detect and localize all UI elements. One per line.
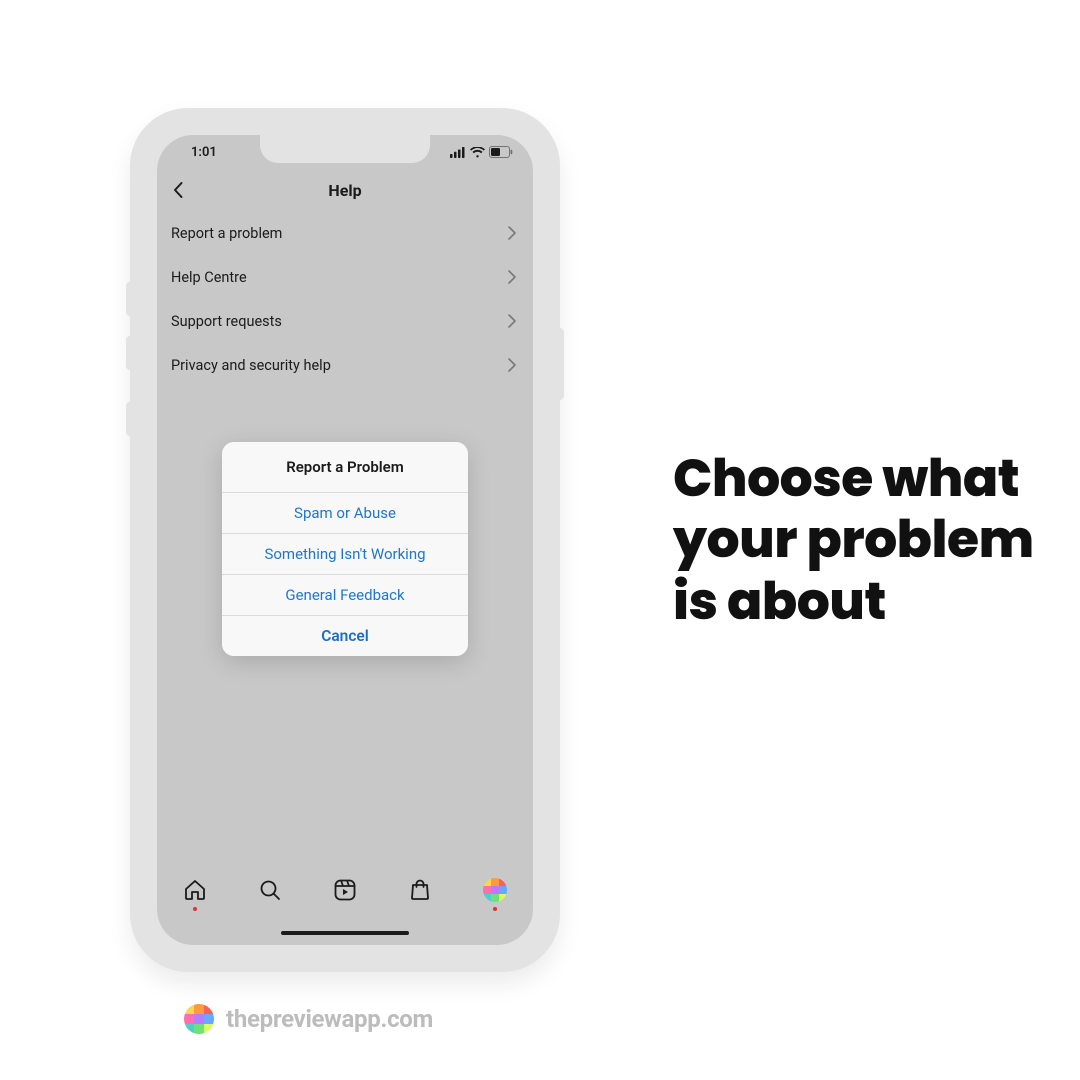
status-indicators [450,146,513,158]
chevron-right-icon [505,270,519,284]
page-title: Help [328,181,361,200]
chevron-right-icon [505,314,519,328]
notification-dot [493,907,497,911]
home-indicator[interactable] [281,931,409,935]
back-button[interactable] [169,180,189,200]
report-problem-dialog: Report a Problem Spam or Abuse Something… [222,442,468,656]
status-time: 1:01 [191,145,217,160]
menu-item-privacy-security[interactable]: Privacy and security help [157,343,533,387]
menu-item-label: Help Centre [171,269,247,286]
dialog-title: Report a Problem [222,442,468,493]
menu-item-label: Privacy and security help [171,357,331,374]
chevron-right-icon [505,226,519,240]
dialog-option-spam-abuse[interactable]: Spam or Abuse [222,493,468,534]
menu-item-help-centre[interactable]: Help Centre [157,255,533,299]
chevron-left-icon [169,180,189,200]
battery-icon [489,146,513,158]
menu-item-support-requests[interactable]: Support requests [157,299,533,343]
menu-item-label: Report a problem [171,225,282,242]
reels-icon [333,878,357,902]
nav-home[interactable] [182,877,208,903]
home-icon [183,878,207,902]
help-menu: Report a problem Help Centre Support req… [157,211,533,387]
nav-shop[interactable] [407,877,433,903]
chevron-right-icon [505,358,519,372]
notification-dot [193,907,197,911]
phone-screen: 1:01 Help Report a problem Help Centre [157,135,533,945]
dialog-option-general-feedback[interactable]: General Feedback [222,575,468,616]
instruction-heading: Choose what your problem is about [673,448,1080,632]
phone-frame: 1:01 Help Report a problem Help Centre [130,108,560,972]
brand-logo-icon [184,1004,214,1034]
dialog-option-not-working[interactable]: Something Isn't Working [222,534,468,575]
nav-reels[interactable] [332,877,358,903]
menu-item-label: Support requests [171,313,282,330]
menu-item-report-problem[interactable]: Report a problem [157,211,533,255]
search-icon [258,878,282,902]
profile-avatar-icon [483,878,507,902]
nav-search[interactable] [257,877,283,903]
phone-notch [260,135,430,163]
nav-profile[interactable] [482,877,508,903]
brand-watermark: thepreviewapp.com [184,1004,433,1034]
brand-url: thepreviewapp.com [226,1005,433,1033]
cellular-icon [450,147,466,158]
nav-header: Help [157,169,533,211]
dialog-cancel-button[interactable]: Cancel [222,616,468,656]
shopping-bag-icon [408,878,432,902]
wifi-icon [470,147,485,158]
